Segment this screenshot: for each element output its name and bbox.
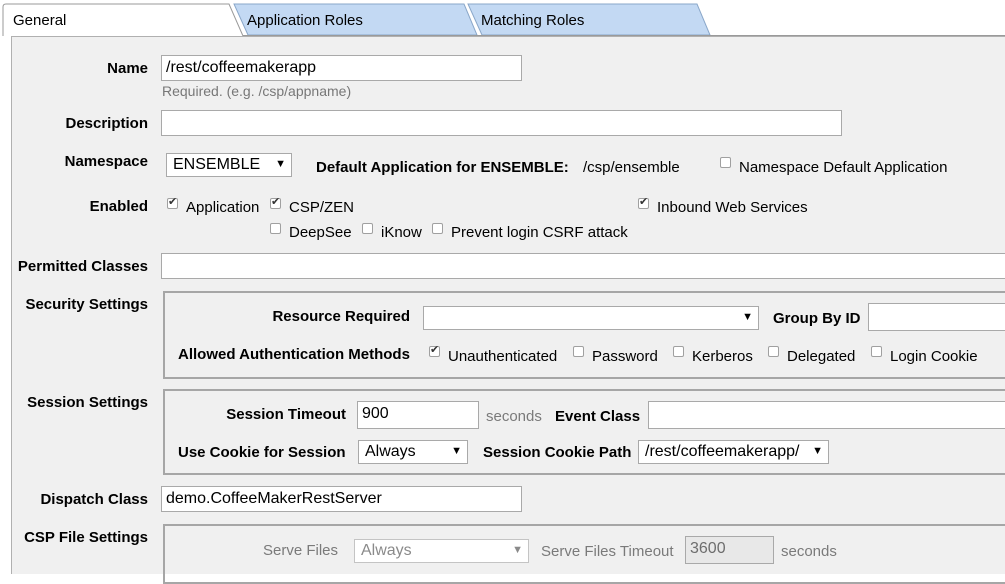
resource-required-label: Resource Required (272, 308, 410, 325)
session-settings-label: Session Settings (27, 394, 148, 411)
session-cookie-path-label: Session Cookie Path (483, 444, 632, 461)
application-checkbox[interactable] (167, 195, 178, 209)
password-checkbox[interactable] (573, 346, 584, 357)
namespace-select[interactable]: ENSEMBLE ▼ (166, 153, 292, 177)
namespace-default-checkbox[interactable] (720, 157, 731, 168)
default-app-value: /csp/ensemble (583, 159, 680, 176)
default-app-label: Default Application for ENSEMBLE: (316, 159, 569, 176)
session-timeout-input[interactable]: 900 (357, 401, 479, 429)
serve-files-timeout-input[interactable]: 3600 (685, 536, 774, 564)
chevron-down-icon: ▼ (451, 445, 462, 457)
chevron-down-icon: ▼ (742, 311, 753, 323)
delegated-label: Delegated (787, 348, 856, 365)
csrf-label: Prevent login CSRF attack (451, 224, 628, 241)
tab-application-roles-label: Application Roles (247, 12, 363, 29)
namespace-default-label: Namespace Default Application (739, 159, 948, 176)
application-label: Application (186, 199, 260, 216)
kerberos-checkbox[interactable] (673, 346, 684, 357)
iknow-checkbox[interactable] (362, 223, 373, 234)
use-cookie-label: Use Cookie for Session (178, 444, 346, 461)
chevron-down-icon: ▼ (812, 445, 823, 457)
description-input[interactable] (161, 110, 842, 136)
session-cookie-path-value: /rest/coffeemakerapp/ (645, 443, 800, 460)
delegated-checkbox[interactable] (768, 346, 779, 357)
tab-matching-roles-label: Matching Roles (481, 12, 585, 29)
auth-methods-label: Allowed Authentication Methods (178, 346, 410, 363)
tab-general[interactable]: General (2, 3, 261, 37)
session-timeout-unit: seconds (486, 408, 542, 425)
tab-general-label: General (13, 12, 67, 29)
chevron-down-icon: ▼ (512, 544, 523, 556)
group-by-id-label: Group By ID (773, 310, 861, 327)
permitted-classes-input[interactable] (161, 253, 1005, 279)
session-cookie-path-select[interactable]: /rest/coffeemakerapp/ ▼ (638, 440, 829, 464)
serve-files-timeout-unit: seconds (781, 543, 837, 560)
deepsee-label: DeepSee (289, 224, 352, 241)
security-settings-label: Security Settings (25, 296, 148, 313)
dispatch-class-label: Dispatch Class (40, 491, 148, 508)
serve-files-value: Always (361, 542, 412, 559)
tab-matching-roles[interactable]: Matching Roles (467, 3, 718, 36)
use-cookie-select[interactable]: Always ▼ (358, 440, 468, 464)
csp-file-settings-label: CSP File Settings (24, 529, 148, 546)
iknow-label: iKnow (381, 224, 422, 241)
chevron-down-icon: ▼ (275, 158, 286, 170)
use-cookie-value: Always (365, 443, 416, 460)
kerberos-label: Kerberos (692, 348, 753, 365)
group-by-id-input[interactable] (868, 303, 1005, 331)
serve-files-select[interactable]: Always ▼ (354, 539, 529, 563)
deepsee-checkbox[interactable] (270, 223, 281, 234)
serve-files-timeout-label: Serve Files Timeout (541, 543, 674, 560)
csrf-checkbox[interactable] (432, 223, 443, 234)
unauthenticated-checkbox[interactable] (429, 343, 440, 357)
login-cookie-checkbox[interactable] (871, 346, 882, 357)
inbound-web-services-label: Inbound Web Services (657, 199, 808, 216)
resource-required-select[interactable]: ▼ (423, 306, 759, 330)
unauthenticated-label: Unauthenticated (448, 348, 558, 365)
permitted-classes-label: Permitted Classes (17, 258, 148, 275)
tab-application-roles[interactable]: Application Roles (233, 3, 484, 36)
dispatch-class-input[interactable]: demo.CoffeeMakerRestServer (161, 486, 522, 512)
login-cookie-label: Login Cookie (890, 348, 978, 365)
name-label: Name (107, 60, 148, 77)
serve-files-label: Serve Files (263, 542, 339, 559)
event-class-label: Event Class (555, 408, 641, 425)
namespace-label: Namespace (64, 153, 148, 170)
session-timeout-label: Session Timeout (226, 406, 346, 423)
name-input[interactable]: /rest/coffeemakerapp (161, 55, 522, 81)
inbound-web-services-checkbox[interactable] (638, 195, 649, 209)
description-label: Description (65, 115, 148, 132)
event-class-input[interactable] (648, 401, 1005, 429)
namespace-select-value: ENSEMBLE (173, 156, 261, 173)
name-hint: Required. (e.g. /csp/appname) (162, 83, 352, 99)
enabled-label: Enabled (89, 198, 148, 215)
cspzen-label: CSP/ZEN (289, 199, 355, 216)
password-label: Password (592, 348, 658, 365)
cspzen-checkbox[interactable] (270, 195, 281, 209)
